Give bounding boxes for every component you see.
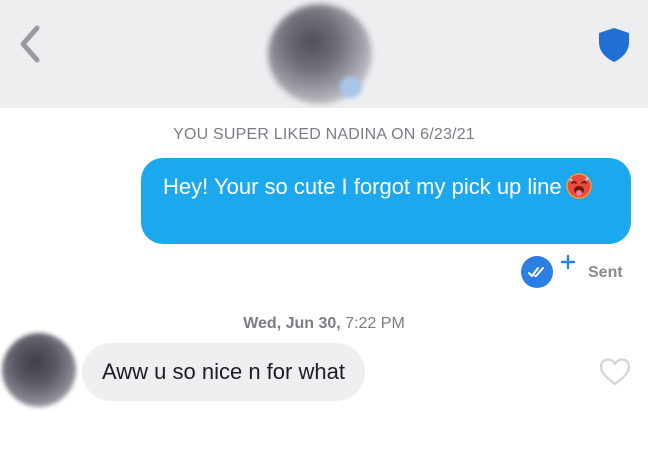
received-message-text: Aww u so nice n for what (102, 359, 345, 384)
timestamp-date: Wed, Jun 30, (243, 315, 341, 332)
chat-header (0, 0, 648, 108)
received-message-bubble[interactable]: Aww u so nice n for what (82, 343, 365, 401)
safety-toolkit-button[interactable] (596, 26, 632, 64)
sent-message-text: Hey! Your so cute I forgot my pick up li… (163, 174, 562, 199)
hot-face-emoji (565, 173, 592, 199)
message-timestamp: Wed, Jun 30, 7:22 PM (0, 315, 648, 333)
back-button[interactable] (12, 24, 48, 64)
heart-outline-icon (599, 358, 631, 386)
message-status: Sent (588, 264, 623, 281)
timestamp-time: 7:22 PM (345, 315, 405, 332)
shield-icon (599, 28, 629, 62)
chevron-left-icon (20, 25, 40, 63)
sent-message-bubble[interactable]: Hey! Your so cute I forgot my pick up li… (141, 158, 631, 244)
match-avatar[interactable] (2, 333, 76, 407)
avatar-badge (340, 76, 362, 98)
plus-icon (560, 254, 576, 270)
double-check-icon (528, 267, 544, 277)
like-message-button[interactable] (598, 356, 632, 388)
super-like-notice: YOU SUPER LIKED NADINA ON 6/23/21 (173, 126, 475, 143)
read-receipt-button[interactable] (521, 256, 553, 288)
